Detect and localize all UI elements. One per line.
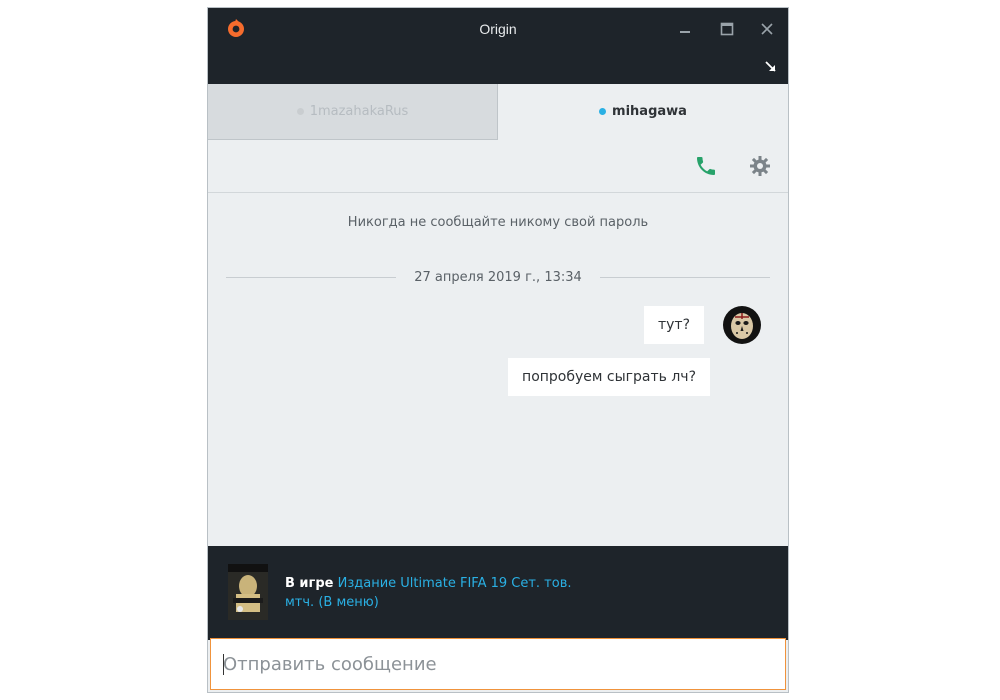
window-title: Origin	[479, 21, 517, 37]
tab-label: mihagawa	[612, 104, 687, 119]
tab-mihagawa[interactable]: mihagawa	[498, 84, 788, 139]
fifa-cover-icon	[228, 564, 268, 620]
tab-1mazahakarus[interactable]: 1mazahakaRus	[208, 84, 498, 140]
message-bubble: попробуем сыграть лч?	[508, 358, 710, 396]
hockey-mask-avatar-icon	[731, 313, 753, 339]
text-caret	[223, 654, 224, 675]
divider	[226, 277, 396, 278]
online-status-dot	[599, 108, 607, 115]
pop-in-icon[interactable]	[764, 60, 778, 74]
offline-status-dot	[296, 108, 304, 115]
message-composer	[210, 638, 786, 690]
phone-icon[interactable]	[694, 154, 718, 178]
in-game-label: В игре	[285, 576, 334, 591]
message-bubble: тут?	[643, 306, 704, 344]
avatar[interactable]	[723, 306, 761, 344]
tab-label: 1mazahakaRus	[309, 104, 409, 119]
maximize-icon[interactable]	[719, 21, 735, 37]
divider	[600, 277, 770, 278]
message-input[interactable]	[211, 639, 785, 689]
chat-window: Origin 1mazahakaRus mihagawa Никогда не …	[208, 8, 788, 692]
conversation-tabs: 1mazahakaRus mihagawa	[208, 84, 788, 140]
date-separator: 27 апреля 2019 г., 13:34	[414, 270, 582, 285]
game-status: В игре Издание Ultimate FIFA 19 Сет. тов…	[285, 574, 585, 612]
minimize-icon[interactable]	[678, 21, 694, 37]
game-title-link[interactable]: Издание Ultimate FIFA 19 Сет. тов.	[338, 576, 572, 591]
gear-icon[interactable]	[748, 154, 772, 178]
security-notice: Никогда не сообщайте никому свой пароль	[347, 215, 649, 230]
title-bar[interactable]: Origin	[208, 8, 788, 84]
close-icon[interactable]	[759, 21, 775, 37]
now-playing-panel: В игре Издание Ultimate FIFA 19 Сет. тов…	[208, 546, 788, 640]
chat-toolbar	[208, 140, 788, 193]
game-title-link-line2[interactable]: мтч. (В меню)	[285, 595, 379, 610]
game-cover-image[interactable]	[228, 564, 268, 620]
